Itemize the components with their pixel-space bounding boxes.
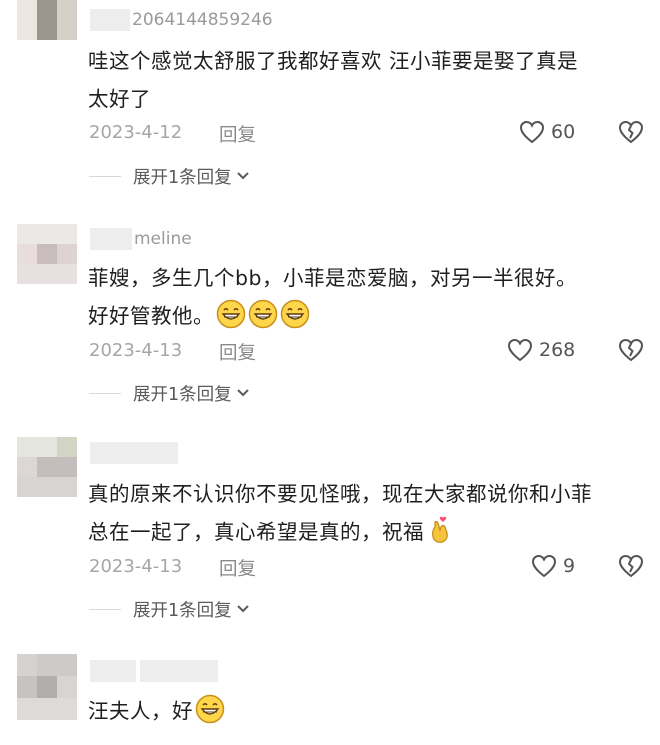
- expand-label: 展开1条回复: [133, 384, 232, 405]
- like-count: 268: [539, 339, 576, 361]
- comment-meta: 2023-4-12 回复 60: [89, 120, 644, 148]
- comment-text-line: 总在一起了，真心希望是真的，祝福: [88, 513, 633, 557]
- comment-text-line: 真的原来不认识你不要见怪哦，现在大家都说你和小菲: [88, 482, 592, 506]
- comment-text-line: 好好管教他。: [88, 297, 633, 341]
- comment-meta: 2023-4-13 回复 268: [89, 338, 644, 366]
- comment-text: 哇这个感觉太舒服了我都好喜欢 汪小菲要是娶了真是 太好了: [88, 42, 633, 118]
- avatar[interactable]: [17, 0, 77, 40]
- like-count: 9: [563, 555, 576, 577]
- expand-replies-button[interactable]: 展开1条回复: [89, 163, 250, 189]
- blurred-name: [90, 442, 178, 464]
- like-count: 60: [551, 121, 576, 143]
- divider: [89, 608, 121, 610]
- like-button[interactable]: 268: [507, 338, 575, 362]
- expand-replies-button[interactable]: 展开1条回复: [89, 596, 250, 622]
- comment-text-span: 总在一起了，真心希望是真的，祝福: [88, 520, 424, 544]
- divider: [89, 175, 121, 177]
- expand-label: 展开1条回复: [133, 600, 232, 621]
- avatar[interactable]: [17, 437, 77, 497]
- finger-heart-emoji: [426, 515, 454, 557]
- blurred-name: [140, 660, 218, 682]
- comment-date: 2023-4-13: [89, 340, 183, 361]
- comment-username[interactable]: meline: [90, 228, 192, 250]
- comment-text: 菲嫂，多生几个bb，小菲是恋爱脑，对另一半很好。 好好管教他。: [88, 259, 633, 341]
- comment-username[interactable]: 2064144859246: [90, 9, 273, 31]
- comment-text-line: 哇这个感觉太舒服了我都好喜欢 汪小菲要是娶了真是: [88, 49, 579, 73]
- chevron-down-icon: [236, 389, 249, 397]
- heart-outline-icon: [519, 120, 545, 144]
- comment-text-span: 汪夫人，好: [88, 699, 193, 723]
- divider: [89, 392, 121, 394]
- blurred-name: [90, 660, 136, 682]
- username-text: 2064144859246: [132, 10, 273, 30]
- avatar[interactable]: [17, 654, 77, 720]
- comment-date: 2023-4-12: [89, 122, 183, 143]
- reply-button[interactable]: 回复: [219, 339, 256, 365]
- avatar[interactable]: [17, 224, 77, 284]
- like-button[interactable]: 9: [531, 554, 575, 578]
- grinning-emoji: [216, 299, 246, 341]
- grinning-emoji: [248, 299, 278, 341]
- comment-date: 2023-4-13: [89, 556, 183, 577]
- comment-text-line: 太好了: [88, 87, 151, 111]
- dislike-button[interactable]: [618, 338, 644, 366]
- username-text: meline: [134, 229, 192, 249]
- grinning-emoji: [280, 299, 310, 341]
- broken-heart-icon: [618, 120, 644, 144]
- dislike-button[interactable]: [618, 554, 644, 582]
- comment-text-line: 菲嫂，多生几个bb，小菲是恋爱脑，对另一半很好。: [88, 266, 578, 290]
- comment-text: 真的原来不认识你不要见怪哦，现在大家都说你和小菲 总在一起了，真心希望是真的，祝…: [88, 475, 633, 557]
- broken-heart-icon: [618, 554, 644, 578]
- blurred-name: [90, 9, 130, 31]
- blurred-name: [90, 228, 132, 250]
- comment-username[interactable]: [90, 442, 180, 464]
- heart-outline-icon: [531, 554, 557, 578]
- reply-button[interactable]: 回复: [219, 555, 256, 581]
- comment-text: 汪夫人，好: [88, 692, 633, 736]
- comment-username[interactable]: [90, 660, 220, 682]
- like-button[interactable]: 60: [519, 120, 575, 144]
- comment-text-line: 汪夫人，好: [88, 692, 633, 736]
- chevron-down-icon: [236, 605, 249, 613]
- comment-meta: 2023-4-13 回复 9: [89, 554, 644, 582]
- chevron-down-icon: [236, 172, 249, 180]
- grinning-emoji: [195, 694, 225, 736]
- dislike-button[interactable]: [618, 120, 644, 148]
- expand-label: 展开1条回复: [133, 167, 232, 188]
- comment-text-span: 好好管教他。: [88, 304, 214, 328]
- heart-outline-icon: [507, 338, 533, 362]
- expand-replies-button[interactable]: 展开1条回复: [89, 380, 250, 406]
- reply-button[interactable]: 回复: [219, 121, 256, 147]
- broken-heart-icon: [618, 338, 644, 362]
